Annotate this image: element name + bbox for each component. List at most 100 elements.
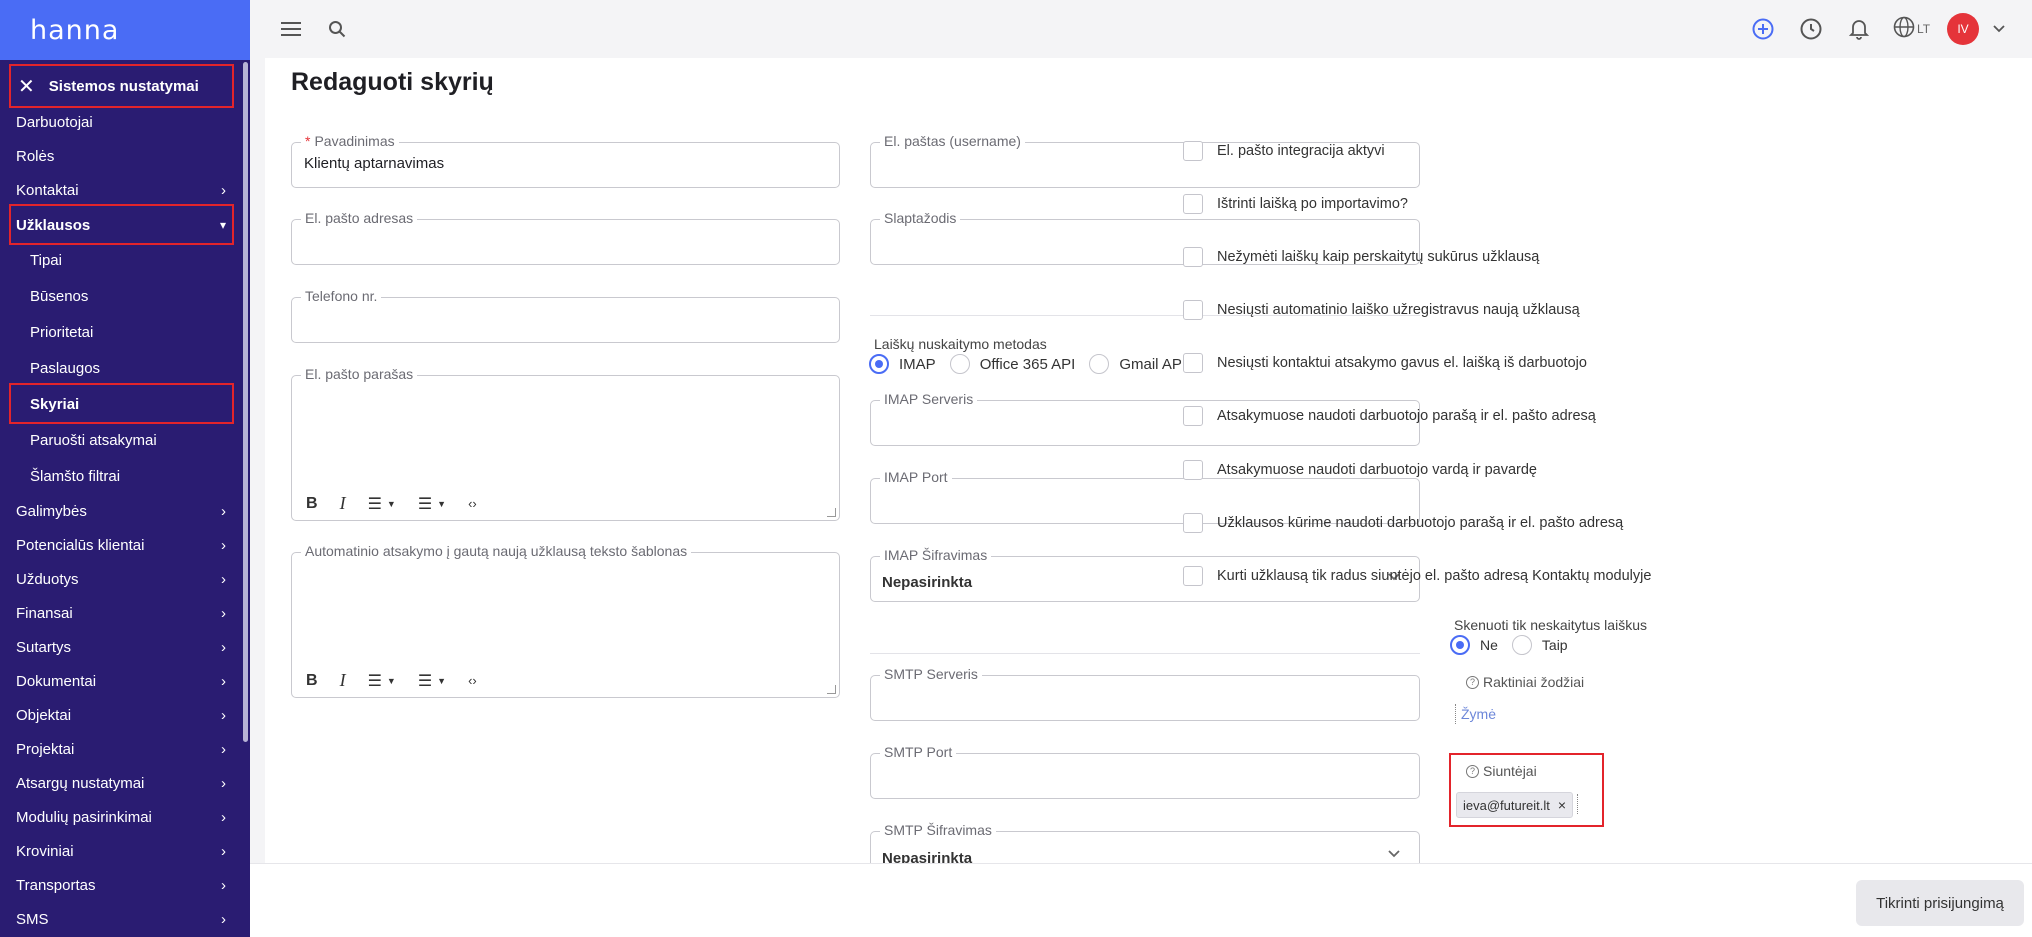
sidebar-item-paslaugos[interactable]: Paslaugos [30,356,240,380]
bold-icon[interactable]: B [306,495,318,513]
bell-icon[interactable] [1844,14,1874,44]
italic-icon[interactable]: I [340,493,346,514]
checkbox-email-integration-active[interactable]: El. pašto integracija aktyvi [1183,141,1385,161]
chevron-right-icon: › [221,842,226,860]
bullet-list-icon[interactable]: ☰ ▼ [368,671,396,691]
sidebar-item-moduliu-pasirinkimai[interactable]: Modulių pasirinkimai › [16,805,240,829]
chevron-right-icon: › [221,910,226,928]
fetch-method-gmail[interactable]: Gmail API [1089,354,1186,374]
code-icon[interactable]: ‹› [468,673,477,688]
avatar[interactable]: IV [1947,13,1979,45]
language-label: LT [1917,22,1931,36]
sidebar-item-sutartys[interactable]: Sutartys › [16,635,240,659]
checkbox-use-employee-signature[interactable]: Atsakymuose naudoti darbuotojo parašą ir… [1183,406,1596,426]
italic-icon[interactable]: I [340,670,346,691]
name-field[interactable]: * Pavadinimas Klientų aptarnavimas [291,133,840,188]
chevron-right-icon: › [221,706,226,724]
sidebar-item-uzduotys[interactable]: Užduotys › [16,567,240,591]
sidebar-item-objektai[interactable]: Objektai › [16,703,240,727]
sidebar-scrollbar[interactable] [243,62,248,742]
fetch-method-label: Laiškų nuskaitymo metodas [874,336,1047,352]
checkbox-only-known-contacts[interactable]: Kurti užklausą tik radus siuntėjo el. pa… [1183,566,1651,586]
sidebar-item-skyriai[interactable]: Skyriai [30,392,240,416]
chevron-right-icon: › [221,876,226,894]
rich-text-toolbar: B I ☰ ▼ ☰ ▼ ‹› [306,493,499,514]
bullet-list-icon[interactable]: ☰ ▼ [368,494,396,514]
help-icon[interactable]: ? [1466,764,1479,778]
sidebar-item-tipai[interactable]: Tipai [30,248,240,272]
sidebar-item-darbuotojai[interactable]: Darbuotojai [16,110,240,134]
sidebar-header-label: Sistemos nustatymai [48,77,199,95]
auto-reply-editor[interactable]: Automatinio atsakymo į gautą naują užkla… [291,543,840,698]
senders-tag-input[interactable] [1577,794,1578,814]
code-icon[interactable]: ‹› [468,496,477,511]
keywords-tag-input[interactable]: Žymė [1455,704,1496,724]
checkbox-delete-after-import[interactable]: Ištrinti laišką po importavimo? [1183,194,1408,214]
smtp-server-field[interactable]: SMTP Serveris [870,666,1420,721]
resize-handle[interactable] [827,508,836,517]
sidebar-item-parosti-atsakymai[interactable]: Paruošti atsakymai [30,428,240,452]
search-icon[interactable] [322,14,352,44]
numbered-list-icon[interactable]: ☰ ▼ [418,671,446,691]
sidebar-item-roles[interactable]: Rolės [16,144,240,168]
chevron-right-icon: › [221,604,226,622]
sidebar-item-galimybes[interactable]: Galimybės › [16,499,240,523]
app-logo[interactable]: hanna [30,15,119,46]
sidebar-item-kontaktai[interactable]: Kontaktai › [16,178,240,202]
name-value: Klientų aptarnavimas [304,155,445,172]
fetch-method-imap[interactable]: IMAP [869,354,936,374]
chevron-down-icon [1387,846,1401,864]
scan-unread-yes[interactable]: Taip [1511,635,1568,655]
chevron-right-icon: › [221,774,226,792]
checkbox-no-auto-mail[interactable]: Nesiųsti automatinio laiško užregistravu… [1183,300,1580,320]
sidebar-item-kroviniai[interactable]: Kroviniai › [16,839,240,863]
email-signature-editor[interactable]: El. pašto parašas B I ☰ ▼ ☰ ▼ ‹› [291,366,840,521]
checkbox-ticket-employee-signature[interactable]: Užklausos kūrime naudoti darbuotojo para… [1183,513,1623,533]
sidebar-item-sms[interactable]: SMS › [16,907,240,931]
sidebar-header-close[interactable]: ✕ Sistemos nustatymai [18,70,240,102]
email-address-field[interactable]: El. pašto adresas [291,210,840,265]
help-icon[interactable]: ? [1466,675,1479,689]
sidebar-item-slamsto-filtrai[interactable]: Šlamšto filtrai [30,464,240,488]
chevron-right-icon: › [221,808,226,826]
menu-icon[interactable] [276,14,306,44]
sidebar-item-uzklausos[interactable]: Užklausos ▾ [16,213,240,237]
phone-field[interactable]: Telefono nr. [291,288,840,343]
chevron-down-icon: ▾ [219,218,226,232]
logo-bar: hanna [0,0,250,60]
chevron-right-icon: › [221,570,226,588]
chevron-right-icon: › [221,502,226,520]
sidebar-item-potencialus-klientai[interactable]: Potencialūs klientai › [16,533,240,557]
footer [250,863,2032,937]
close-icon[interactable]: ✕ [18,74,35,99]
divider [870,653,1420,654]
scan-unread-no[interactable]: Ne [1450,635,1498,655]
numbered-list-icon[interactable]: ☰ ▼ [418,494,446,514]
add-icon[interactable] [1748,14,1778,44]
bold-icon[interactable]: B [306,672,318,690]
clock-icon[interactable] [1796,14,1826,44]
senders-label: ? Siuntėjai [1466,763,1537,779]
sidebar-item-busenos[interactable]: Būsenos [30,284,240,308]
sender-tag[interactable]: ieva@futureit.lt × [1456,792,1574,818]
chevron-right-icon: › [221,181,226,199]
sidebar-item-transportas[interactable]: Transportas › [16,873,240,897]
checkbox-do-not-mark-read[interactable]: Nežymėti laiškų kaip perskaitytų sukūrus… [1183,247,1539,267]
language-selector[interactable]: LT [1893,14,1943,44]
smtp-port-field[interactable]: SMTP Port [870,744,1420,799]
sidebar-item-projektai[interactable]: Projektai › [16,737,240,761]
fetch-method-office365[interactable]: Office 365 API [949,354,1075,374]
sidebar-item-atsargu-nustatymai[interactable]: Atsargų nustatymai › [16,771,240,795]
smtp-encryption-select[interactable]: SMTP Šifravimas Nepasirinkta [870,822,1420,867]
sidebar-item-dokumentai[interactable]: Dokumentai › [16,669,240,693]
sidebar-item-finansai[interactable]: Finansai › [16,601,240,625]
sidebar-item-prioritetai[interactable]: Prioritetai [30,320,240,344]
resize-handle[interactable] [827,685,836,694]
fetch-method-radio-group: IMAP Office 365 API Gmail API [869,354,1200,374]
close-icon[interactable]: × [1558,797,1566,813]
checkbox-no-contact-reply[interactable]: Nesiųsti kontaktui atsakymo gavus el. la… [1183,353,1587,373]
test-connection-button[interactable]: Tikrinti prisijungimą [1856,880,2024,926]
chevron-down-icon[interactable] [1984,14,2014,44]
checkbox-use-employee-name[interactable]: Atsakymuose naudoti darbuotojo vardą ir … [1183,460,1537,480]
sidebar: hanna ✕ Sistemos nustatymai Darbuotojai … [0,0,250,937]
